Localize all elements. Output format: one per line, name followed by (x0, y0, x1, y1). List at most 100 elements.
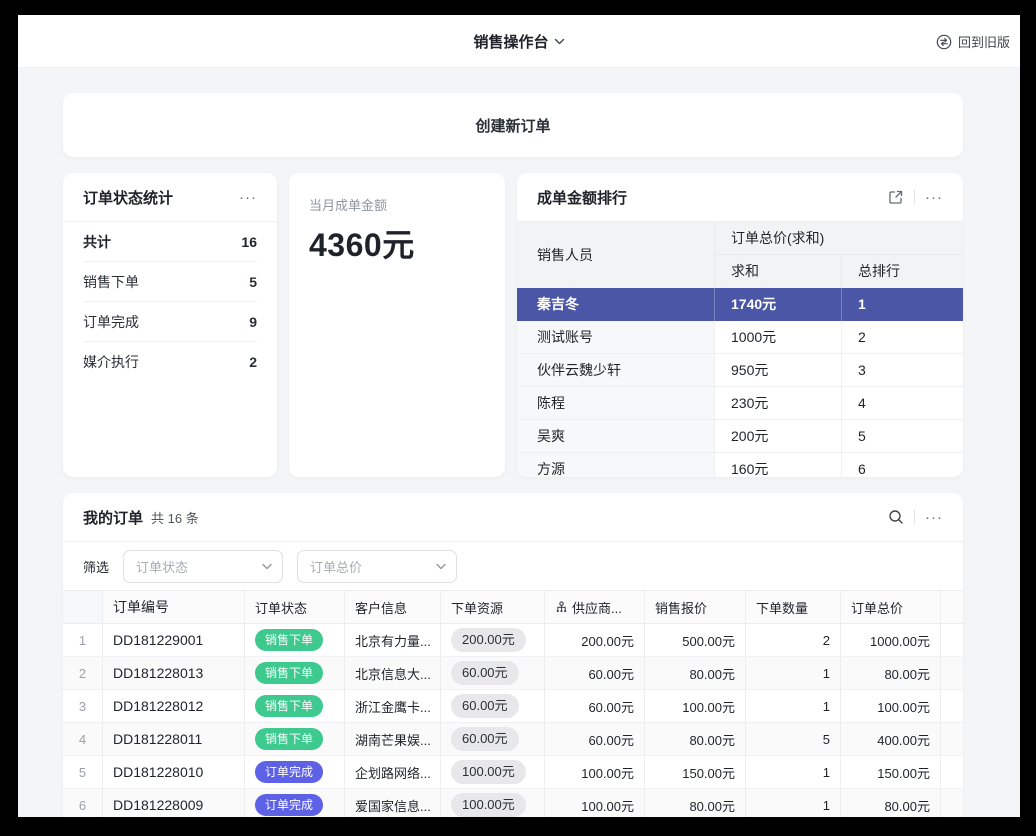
salesperson-name: 方源 (517, 453, 715, 477)
ranking-row[interactable]: 秦吉冬 1740元 1 (517, 288, 963, 321)
org-relation-icon (555, 601, 568, 614)
order-status-badge: 订单完成 (255, 794, 323, 816)
divider (914, 190, 915, 204)
col-rank: 总排行 (842, 255, 963, 288)
supplier-price: 60.00元 (545, 657, 645, 689)
status-stat-value: 5 (249, 274, 257, 290)
ranking-row[interactable]: 方源 160元 6 (517, 453, 963, 477)
order-sum-value: 200元 (715, 420, 842, 452)
more-menu-icon[interactable]: ··· (925, 510, 943, 525)
ranking-card-header: 成单金额排行 ··· (517, 173, 963, 222)
status-stat-row[interactable]: 销售下单 5 (83, 262, 257, 302)
back-to-old-version-link[interactable]: 回到旧版 (936, 15, 1010, 68)
client-info: 北京有力量... (345, 624, 441, 656)
resource-price-pill: 100.00元 (451, 793, 526, 817)
order-total-filter-select[interactable]: 订单总价 (297, 550, 457, 583)
ranking-table-header: 销售人员 订单总价(求和) 求和 总排行 (517, 222, 963, 288)
rank-number: 5 (842, 420, 963, 452)
order-table-row[interactable]: 3 DD181228012 销售下单 浙江金鹰卡... 60.00元 60.00… (63, 690, 963, 723)
status-card-title: 订单状态统计 (83, 187, 173, 208)
salesperson-name: 吴爽 (517, 420, 715, 452)
order-total: 150.00元 (841, 756, 941, 788)
order-status-filter-select[interactable]: 订单状态 (123, 550, 283, 583)
ranking-row[interactable]: 吴爽 200元 5 (517, 420, 963, 453)
col-order-status: 订单状态 (245, 591, 345, 623)
chevron-down-icon (436, 563, 446, 570)
salesperson-name: 陈程 (517, 387, 715, 419)
status-stat-value: 2 (249, 354, 257, 370)
col-sales-quote: 销售报价 (645, 591, 746, 623)
sales-quote: 80.00元 (645, 657, 746, 689)
sales-quote: 80.00元 (645, 723, 746, 755)
orders-card-header: 我的订单 共 16 条 ··· (63, 493, 963, 542)
select-placeholder: 订单状态 (136, 557, 188, 576)
status-stat-label: 媒介执行 (83, 352, 139, 372)
client-info: 湖南芒果娱... (345, 723, 441, 755)
more-menu-icon[interactable]: ··· (239, 190, 257, 205)
order-total: 400.00元 (841, 723, 941, 755)
sales-quote: 100.00元 (645, 690, 746, 722)
order-table-row[interactable]: 4 DD181228011 销售下单 湖南芒果娱... 60.00元 60.00… (63, 723, 963, 756)
monthly-amount-label: 当月成单金额 (309, 195, 485, 214)
col-salesperson: 销售人员 (517, 222, 715, 288)
app-window: 销售操作台 回到旧版 创建新订单 订单状态统计 ·· (18, 15, 1020, 817)
resource-price-pill: 200.00元 (451, 628, 526, 652)
filter-label: 筛选 (83, 557, 109, 576)
col-resource: 下单资源 (441, 591, 545, 623)
row-index: 3 (63, 690, 103, 722)
order-sum-value: 1740元 (715, 288, 842, 321)
ranking-table: 销售人员 订单总价(求和) 求和 总排行 秦吉冬 1740元 1 测试账号 10… (517, 222, 963, 477)
client-info: 北京信息大... (345, 657, 441, 689)
order-table-row[interactable]: 6 DD181228009 订单完成 爱国家信息... 100.00元 100.… (63, 789, 963, 817)
order-quantity: 2 (746, 624, 841, 656)
orders-table: 订单编号 订单状态 客户信息 下单资源 供应商... 销售报价 (63, 590, 963, 817)
order-total: 100.00元 (841, 690, 941, 722)
orders-table-header: 订单编号 订单状态 客户信息 下单资源 供应商... 销售报价 (63, 591, 963, 624)
status-stat-row[interactable]: 订单完成 9 (83, 302, 257, 342)
filter-row: 筛选 订单状态 订单总价 (63, 542, 963, 590)
order-quantity: 1 (746, 756, 841, 788)
monthly-amount-value: 4360元 (309, 220, 485, 266)
amount-ranking-card: 成单金额排行 ··· 销售人员 订单总价(求和) (517, 173, 963, 477)
top-bar: 销售操作台 回到旧版 (18, 15, 1020, 68)
supplier-price: 200.00元 (545, 624, 645, 656)
status-stat-row[interactable]: 媒介执行 2 (83, 342, 257, 382)
status-stat-row[interactable]: 共计 16 (83, 222, 257, 262)
col-supplier: 供应商... (545, 591, 645, 623)
order-status-badge: 销售下单 (255, 695, 323, 717)
orders-header-actions: ··· (888, 509, 943, 525)
monthly-amount-card: 当月成单金额 4360元 (289, 173, 505, 477)
search-icon[interactable] (888, 509, 904, 525)
sales-quote: 500.00元 (645, 624, 746, 656)
row-index: 5 (63, 756, 103, 788)
order-table-row[interactable]: 5 DD181228010 订单完成 企划路网络... 100.00元 100.… (63, 756, 963, 789)
open-external-icon[interactable] (888, 189, 904, 205)
supplier-price: 100.00元 (545, 789, 645, 817)
more-menu-icon[interactable]: ··· (925, 190, 943, 205)
order-quantity: 1 (746, 657, 841, 689)
ranking-row[interactable]: 伙伴云魏少轩 950元 3 (517, 354, 963, 387)
order-number: DD181228013 (103, 657, 245, 689)
rank-number: 3 (842, 354, 963, 386)
order-sum-value: 160元 (715, 453, 842, 477)
divider (914, 510, 915, 524)
ranking-table-body: 秦吉冬 1740元 1 测试账号 1000元 2 伙伴云魏少轩 950元 3 陈… (517, 288, 963, 477)
row-index: 2 (63, 657, 103, 689)
order-status-badge: 订单完成 (255, 761, 323, 783)
create-order-button[interactable]: 创建新订单 (63, 93, 963, 157)
status-stat-label: 销售下单 (83, 272, 139, 292)
col-sum: 求和 (715, 255, 842, 288)
order-quantity: 1 (746, 789, 841, 817)
row-index: 6 (63, 789, 103, 817)
ranking-row[interactable]: 测试账号 1000元 2 (517, 321, 963, 354)
rank-number: 2 (842, 321, 963, 353)
order-number: DD181228010 (103, 756, 245, 788)
order-total: 1000.00元 (841, 624, 941, 656)
row-index: 1 (63, 624, 103, 656)
app-title-dropdown[interactable]: 销售操作台 (473, 15, 564, 68)
resource-price-pill: 60.00元 (451, 694, 519, 718)
rank-number: 4 (842, 387, 963, 419)
ranking-row[interactable]: 陈程 230元 4 (517, 387, 963, 420)
order-table-row[interactable]: 2 DD181228013 销售下单 北京信息大... 60.00元 60.00… (63, 657, 963, 690)
order-table-row[interactable]: 1 DD181229001 销售下单 北京有力量... 200.00元 200.… (63, 624, 963, 657)
